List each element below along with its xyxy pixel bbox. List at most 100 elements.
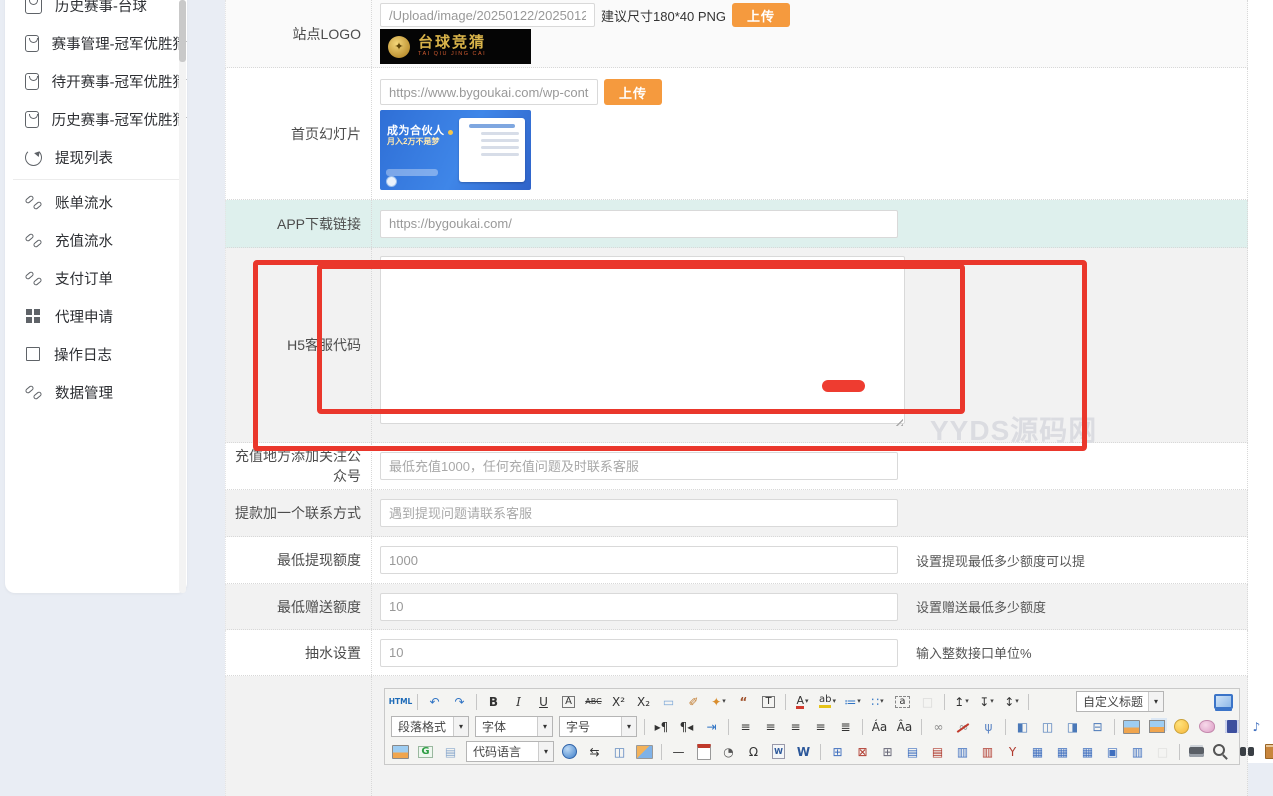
- sidebar-item-operation-log[interactable]: 操作日志: [5, 335, 187, 373]
- table-properties-icon[interactable]: ⊞: [876, 741, 899, 763]
- word-icon[interactable]: W: [792, 741, 815, 763]
- fullscreen-icon[interactable]: [1212, 691, 1235, 713]
- paste-word-icon[interactable]: W: [767, 741, 790, 763]
- multi-image-icon[interactable]: [1145, 716, 1168, 738]
- paragraph-bottom-spacing-icon[interactable]: ↧▾: [975, 691, 998, 713]
- autoformat-icon[interactable]: ✦▾: [707, 691, 730, 713]
- blockquote-icon[interactable]: “: [732, 691, 755, 713]
- uppercase-icon[interactable]: Áa: [868, 716, 891, 738]
- unlink-icon[interactable]: ∞: [952, 716, 975, 738]
- custom-title-select[interactable]: 自定义标题▾: [1076, 691, 1164, 712]
- ltr-icon[interactable]: ▸¶: [650, 716, 673, 738]
- paragraph-top-spacing-icon[interactable]: ↥▾: [950, 691, 973, 713]
- chevron-down-icon[interactable]: ▾: [1148, 692, 1163, 711]
- italic-icon[interactable]: I: [507, 691, 530, 713]
- sidebar-item-recharge-flow[interactable]: 充值流水: [5, 221, 187, 259]
- sidebar-item-history-billiards[interactable]: 历史赛事-台球: [5, 0, 187, 24]
- inline-code-icon[interactable]: a: [891, 691, 914, 713]
- screenshot-icon[interactable]: [633, 741, 656, 763]
- chevron-down-icon[interactable]: ▾: [1015, 698, 1019, 705]
- chevron-down-icon[interactable]: ▾: [537, 717, 552, 736]
- font-style-icon[interactable]: A: [557, 691, 580, 713]
- palette-icon[interactable]: [1195, 716, 1218, 738]
- ordered-list-icon[interactable]: ≔▾: [841, 691, 864, 713]
- slides-input[interactable]: [380, 79, 598, 105]
- clock-icon[interactable]: ◔: [717, 741, 740, 763]
- merge-cells-icon[interactable]: ▣: [1101, 741, 1124, 763]
- insert-music-icon[interactable]: ♪: [1245, 716, 1268, 738]
- align-right-icon[interactable]: ≡: [784, 716, 807, 738]
- lowercase-icon[interactable]: Âa: [893, 716, 916, 738]
- split-table-icon[interactable]: ▥: [1126, 741, 1149, 763]
- align-center-icon[interactable]: ≡: [759, 716, 782, 738]
- html-source-icon[interactable]: HTML: [389, 691, 412, 713]
- align-full-icon[interactable]: ≣: [834, 716, 857, 738]
- col-insert-icon[interactable]: ▥: [951, 741, 974, 763]
- image-align-left-icon[interactable]: ◧: [1011, 716, 1034, 738]
- bold-icon[interactable]: B: [482, 691, 505, 713]
- chevron-down-icon[interactable]: ▾: [965, 698, 969, 705]
- sidebar-item-bill-flow[interactable]: 账单流水: [5, 183, 187, 221]
- row-delete-icon[interactable]: ▤: [926, 741, 949, 763]
- sidebar-item-pending-match-champion[interactable]: 待开赛事-冠军优胜猜: [5, 62, 187, 100]
- min-withdraw-input[interactable]: [380, 546, 898, 574]
- remote-doc-icon[interactable]: ▤: [439, 741, 462, 763]
- eraser-icon[interactable]: ▭: [657, 691, 680, 713]
- columns-icon[interactable]: ◫: [608, 741, 631, 763]
- line-height-icon[interactable]: ↕▾: [1000, 691, 1023, 713]
- superscript-icon[interactable]: X²: [607, 691, 630, 713]
- rtl-icon[interactable]: ¶◂: [675, 716, 698, 738]
- rake-input[interactable]: [380, 639, 898, 667]
- chevron-down-icon[interactable]: ▾: [990, 698, 994, 705]
- chevron-down-icon[interactable]: ▾: [538, 742, 553, 761]
- indent-icon[interactable]: ⇥: [700, 716, 723, 738]
- print-icon[interactable]: [1185, 741, 1208, 763]
- chevron-down-icon[interactable]: ▾: [621, 717, 636, 736]
- find-icon[interactable]: [1235, 741, 1258, 763]
- align-justify-icon[interactable]: ≡: [809, 716, 832, 738]
- page-props-icon[interactable]: □: [1151, 741, 1174, 763]
- format-brush-icon[interactable]: ✐: [682, 691, 705, 713]
- withdraw-note-input[interactable]: [380, 499, 898, 527]
- sidebar-item-match-manage-champion[interactable]: 赛事管理-冠军优胜猜: [5, 24, 187, 62]
- map-icon[interactable]: G: [414, 741, 437, 763]
- table-insert-icon[interactable]: ⊞: [826, 741, 849, 763]
- insert-media-icon[interactable]: [1220, 716, 1243, 738]
- strikethrough-icon[interactable]: ABC: [582, 691, 605, 713]
- link-icon[interactable]: ∞: [927, 716, 950, 738]
- emoticons-icon[interactable]: [1170, 716, 1193, 738]
- sidebar-item-agent-apply[interactable]: 代理申请: [5, 297, 187, 335]
- image-align-right-icon[interactable]: ◨: [1061, 716, 1084, 738]
- paste-icon[interactable]: [1260, 741, 1273, 763]
- sidebar-item-data-manage[interactable]: 数据管理: [5, 373, 187, 411]
- merge-down-icon[interactable]: ▦: [1076, 741, 1099, 763]
- split-cell-icon[interactable]: Y: [1001, 741, 1024, 763]
- chevron-down-icon[interactable]: ▾: [857, 698, 861, 705]
- recharge-note-input[interactable]: [380, 452, 898, 480]
- sidebar-item-pay-order[interactable]: 支付订单: [5, 259, 187, 297]
- merge-right-icon[interactable]: ▦: [1051, 741, 1074, 763]
- chevron-down-icon[interactable]: ▾: [880, 698, 884, 705]
- cell-properties-icon[interactable]: ▦: [1026, 741, 1049, 763]
- unordered-list-icon[interactable]: ∷▾: [866, 691, 889, 713]
- undo-icon[interactable]: ↶: [423, 691, 446, 713]
- underline-icon[interactable]: U: [532, 691, 555, 713]
- app-link-input[interactable]: [380, 210, 898, 238]
- calendar-icon[interactable]: [692, 741, 715, 763]
- paste-text-icon[interactable]: T: [757, 691, 780, 713]
- font-size-select[interactable]: 字号▾: [559, 716, 637, 737]
- sidebar-scrollbar-thumb[interactable]: [179, 0, 186, 62]
- insert-image-icon[interactable]: [1120, 716, 1143, 738]
- paragraph-format-select[interactable]: 段落格式▾: [391, 716, 469, 737]
- anchor-icon[interactable]: ψ: [977, 716, 1000, 738]
- hr-icon[interactable]: —: [667, 741, 690, 763]
- chevron-down-icon[interactable]: ▾: [722, 698, 726, 705]
- h5-code-textarea[interactable]: [380, 256, 905, 424]
- sidebar-scrollbar[interactable]: [179, 0, 186, 593]
- font-color-icon[interactable]: A▾: [791, 691, 814, 713]
- pagebreak-icon[interactable]: ⇆: [583, 741, 606, 763]
- gallery-icon[interactable]: [389, 741, 412, 763]
- code-language-select[interactable]: 代码语言▾: [466, 741, 554, 762]
- redo-icon[interactable]: ↷: [448, 691, 471, 713]
- min-bonus-input[interactable]: [380, 593, 898, 621]
